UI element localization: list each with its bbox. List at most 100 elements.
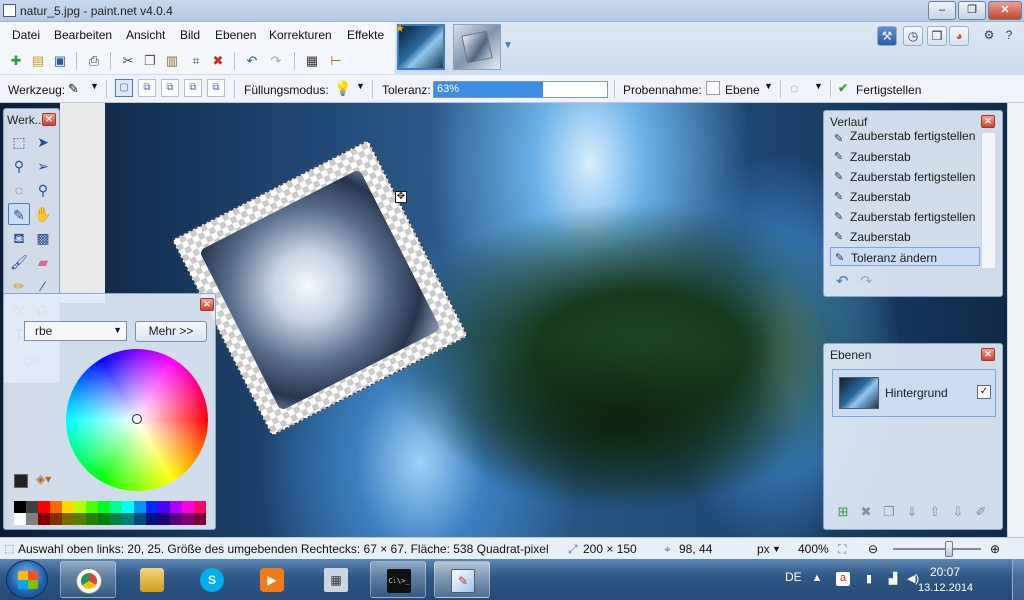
history-item-selected[interactable]: ✎ Toleranz ändern	[830, 247, 980, 266]
palette-swatch[interactable]	[110, 513, 122, 525]
more-colors-button[interactable]: Mehr >>	[135, 321, 207, 342]
merge-layer-down-icon[interactable]: ⇓	[903, 504, 921, 522]
layer-sampling-icon[interactable]	[706, 81, 720, 95]
palette-swatch[interactable]	[182, 501, 194, 513]
palette-swatch[interactable]	[38, 501, 50, 513]
palette-swatch[interactable]	[14, 513, 26, 525]
layer-row[interactable]: Hintergrund ✓	[832, 369, 996, 417]
history-item[interactable]: ✎ Zauberstab fertigstellen	[830, 207, 980, 226]
palette-swatch[interactable]	[86, 513, 98, 525]
flood-mode-bulb-icon[interactable]: 💡	[334, 80, 351, 97]
delete-layer-icon[interactable]: ✖	[857, 504, 875, 522]
device-icon[interactable]: ▮	[862, 572, 876, 586]
help-icon[interactable]: ?	[999, 26, 1019, 46]
history-item[interactable]: ✎ Zauberstab	[830, 187, 980, 206]
palette-swatch[interactable]	[194, 513, 206, 525]
history-redo-icon[interactable]: ↷	[860, 272, 873, 290]
history-item[interactable]: ✎ Zauberstab	[830, 147, 980, 166]
menu-ebenen[interactable]: Ebenen	[215, 28, 256, 42]
palette-menu-icon[interactable]: ◈▾	[36, 472, 51, 486]
ruler-icon[interactable]: ⊢	[326, 52, 346, 70]
tolerance-slider[interactable]: 63%	[433, 81, 608, 98]
palette-swatch[interactable]	[134, 501, 146, 513]
sampling-value[interactable]: Ebene	[725, 83, 760, 97]
lasso-tool-icon[interactable]: ⚲	[8, 155, 30, 177]
zoom-slider-thumb[interactable]	[945, 541, 953, 557]
input-language[interactable]: DE	[785, 570, 802, 584]
history-panel-close-icon[interactable]: ✕	[981, 115, 995, 128]
zoom-fit-icon[interactable]: ⛶	[838, 542, 846, 557]
palette-swatch[interactable]	[50, 501, 62, 513]
palette-swatch[interactable]	[122, 501, 134, 513]
menu-bearbeiten[interactable]: Bearbeiten	[54, 28, 112, 42]
palette-swatch[interactable]	[182, 513, 194, 525]
network-icon[interactable]: ▟	[886, 572, 900, 586]
palette-swatch[interactable]	[146, 501, 158, 513]
palette-swatch[interactable]	[98, 513, 110, 525]
color-palette[interactable]	[14, 501, 208, 525]
clock-time[interactable]: 20:07	[930, 565, 960, 579]
palette-swatch[interactable]	[158, 501, 170, 513]
crop-icon[interactable]: ⌗	[186, 52, 206, 70]
selection-mode-replace-icon[interactable]: ▢	[115, 79, 133, 97]
colors-panel-close-icon[interactable]: ✕	[200, 298, 214, 311]
taskbar-paintnet[interactable]: ✎	[434, 561, 490, 598]
paste-icon[interactable]: ▥	[162, 52, 182, 70]
grid-icon[interactable]: ▦	[302, 52, 322, 70]
history-item[interactable]: ✎ Zauberstab	[830, 227, 980, 246]
move-layer-down-icon[interactable]: ⇩	[949, 504, 967, 522]
magic-wand-icon[interactable]: ✎	[68, 81, 79, 97]
menu-datei[interactable]: Datei	[12, 28, 40, 42]
taskbar-skype[interactable]: S	[184, 561, 240, 598]
rect-select-tool-icon[interactable]: ⬚	[8, 131, 30, 153]
move-selected-tool-icon[interactable]: ➤	[32, 131, 54, 153]
palette-swatch[interactable]	[170, 513, 182, 525]
history-window-icon[interactable]: ◷	[903, 26, 923, 46]
redo-icon[interactable]: ↷	[266, 52, 286, 70]
show-desktop-button[interactable]	[1012, 559, 1024, 600]
palette-swatch[interactable]	[158, 513, 170, 525]
palette-swatch[interactable]	[110, 501, 122, 513]
selection-mode-intersect-icon[interactable]: ⧉	[184, 79, 202, 97]
move-selection-tool-icon[interactable]: ➢	[32, 155, 54, 177]
history-item[interactable]: ✎ Zauberstab fertigstellen	[830, 129, 980, 143]
taskbar-calculator[interactable]: ▦	[308, 561, 364, 598]
tools-panel-close-icon[interactable]: ✕	[42, 113, 56, 126]
move-layer-up-icon[interactable]: ⇧	[926, 504, 944, 522]
zoom-value[interactable]: 400%	[798, 542, 829, 556]
antialias-icon[interactable]: ◌	[790, 80, 798, 96]
layers-window-icon[interactable]: ❒	[927, 26, 947, 46]
palette-swatch[interactable]	[50, 513, 62, 525]
history-item[interactable]: ✎ Zauberstab fertigstellen	[830, 167, 980, 186]
ellipse-select-tool-icon[interactable]: ◌	[8, 179, 30, 201]
zoom-in-icon[interactable]: ⊕	[990, 542, 1000, 556]
magic-wand-tool-icon[interactable]: ✎	[8, 203, 30, 225]
color-wheel-marker[interactable]	[132, 414, 142, 424]
zoom-tool-icon[interactable]: ⚲	[32, 179, 54, 201]
palette-swatch[interactable]	[170, 501, 182, 513]
finish-button[interactable]: Fertigstellen	[856, 83, 921, 97]
palette-swatch[interactable]	[26, 501, 38, 513]
minimize-button[interactable]: –	[928, 1, 956, 20]
palette-swatch[interactable]	[134, 513, 146, 525]
move-handle-icon[interactable]: ✥	[395, 191, 407, 203]
paint-bucket-tool-icon[interactable]: ⛾	[8, 227, 30, 249]
zoom-out-icon[interactable]: ⊖	[868, 542, 878, 556]
taskbar-cmd[interactable]: C:\>_	[370, 561, 426, 598]
palette-swatch[interactable]	[14, 501, 26, 513]
fill-mode-dropdown-icon[interactable]: ▼	[356, 81, 365, 91]
pan-tool-icon[interactable]: ✋	[32, 203, 54, 225]
palette-swatch[interactable]	[194, 501, 206, 513]
palette-swatch[interactable]	[38, 513, 50, 525]
palette-swatch[interactable]	[62, 513, 74, 525]
tab-list-dropdown-icon[interactable]: ▼	[503, 40, 513, 51]
layer-visibility-checkbox[interactable]: ✓	[977, 385, 991, 399]
menu-bild[interactable]: Bild	[180, 28, 200, 42]
start-button[interactable]	[6, 560, 48, 599]
canvas-vertical-scrollbar[interactable]	[1007, 103, 1024, 537]
menu-korrekturen[interactable]: Korrekturen	[269, 28, 332, 42]
history-scrollbar[interactable]	[981, 133, 995, 268]
paintbrush-tool-icon[interactable]: 🖌	[8, 251, 30, 273]
save-icon[interactable]: ▣	[50, 52, 70, 70]
zoom-slider-track[interactable]	[893, 548, 981, 550]
